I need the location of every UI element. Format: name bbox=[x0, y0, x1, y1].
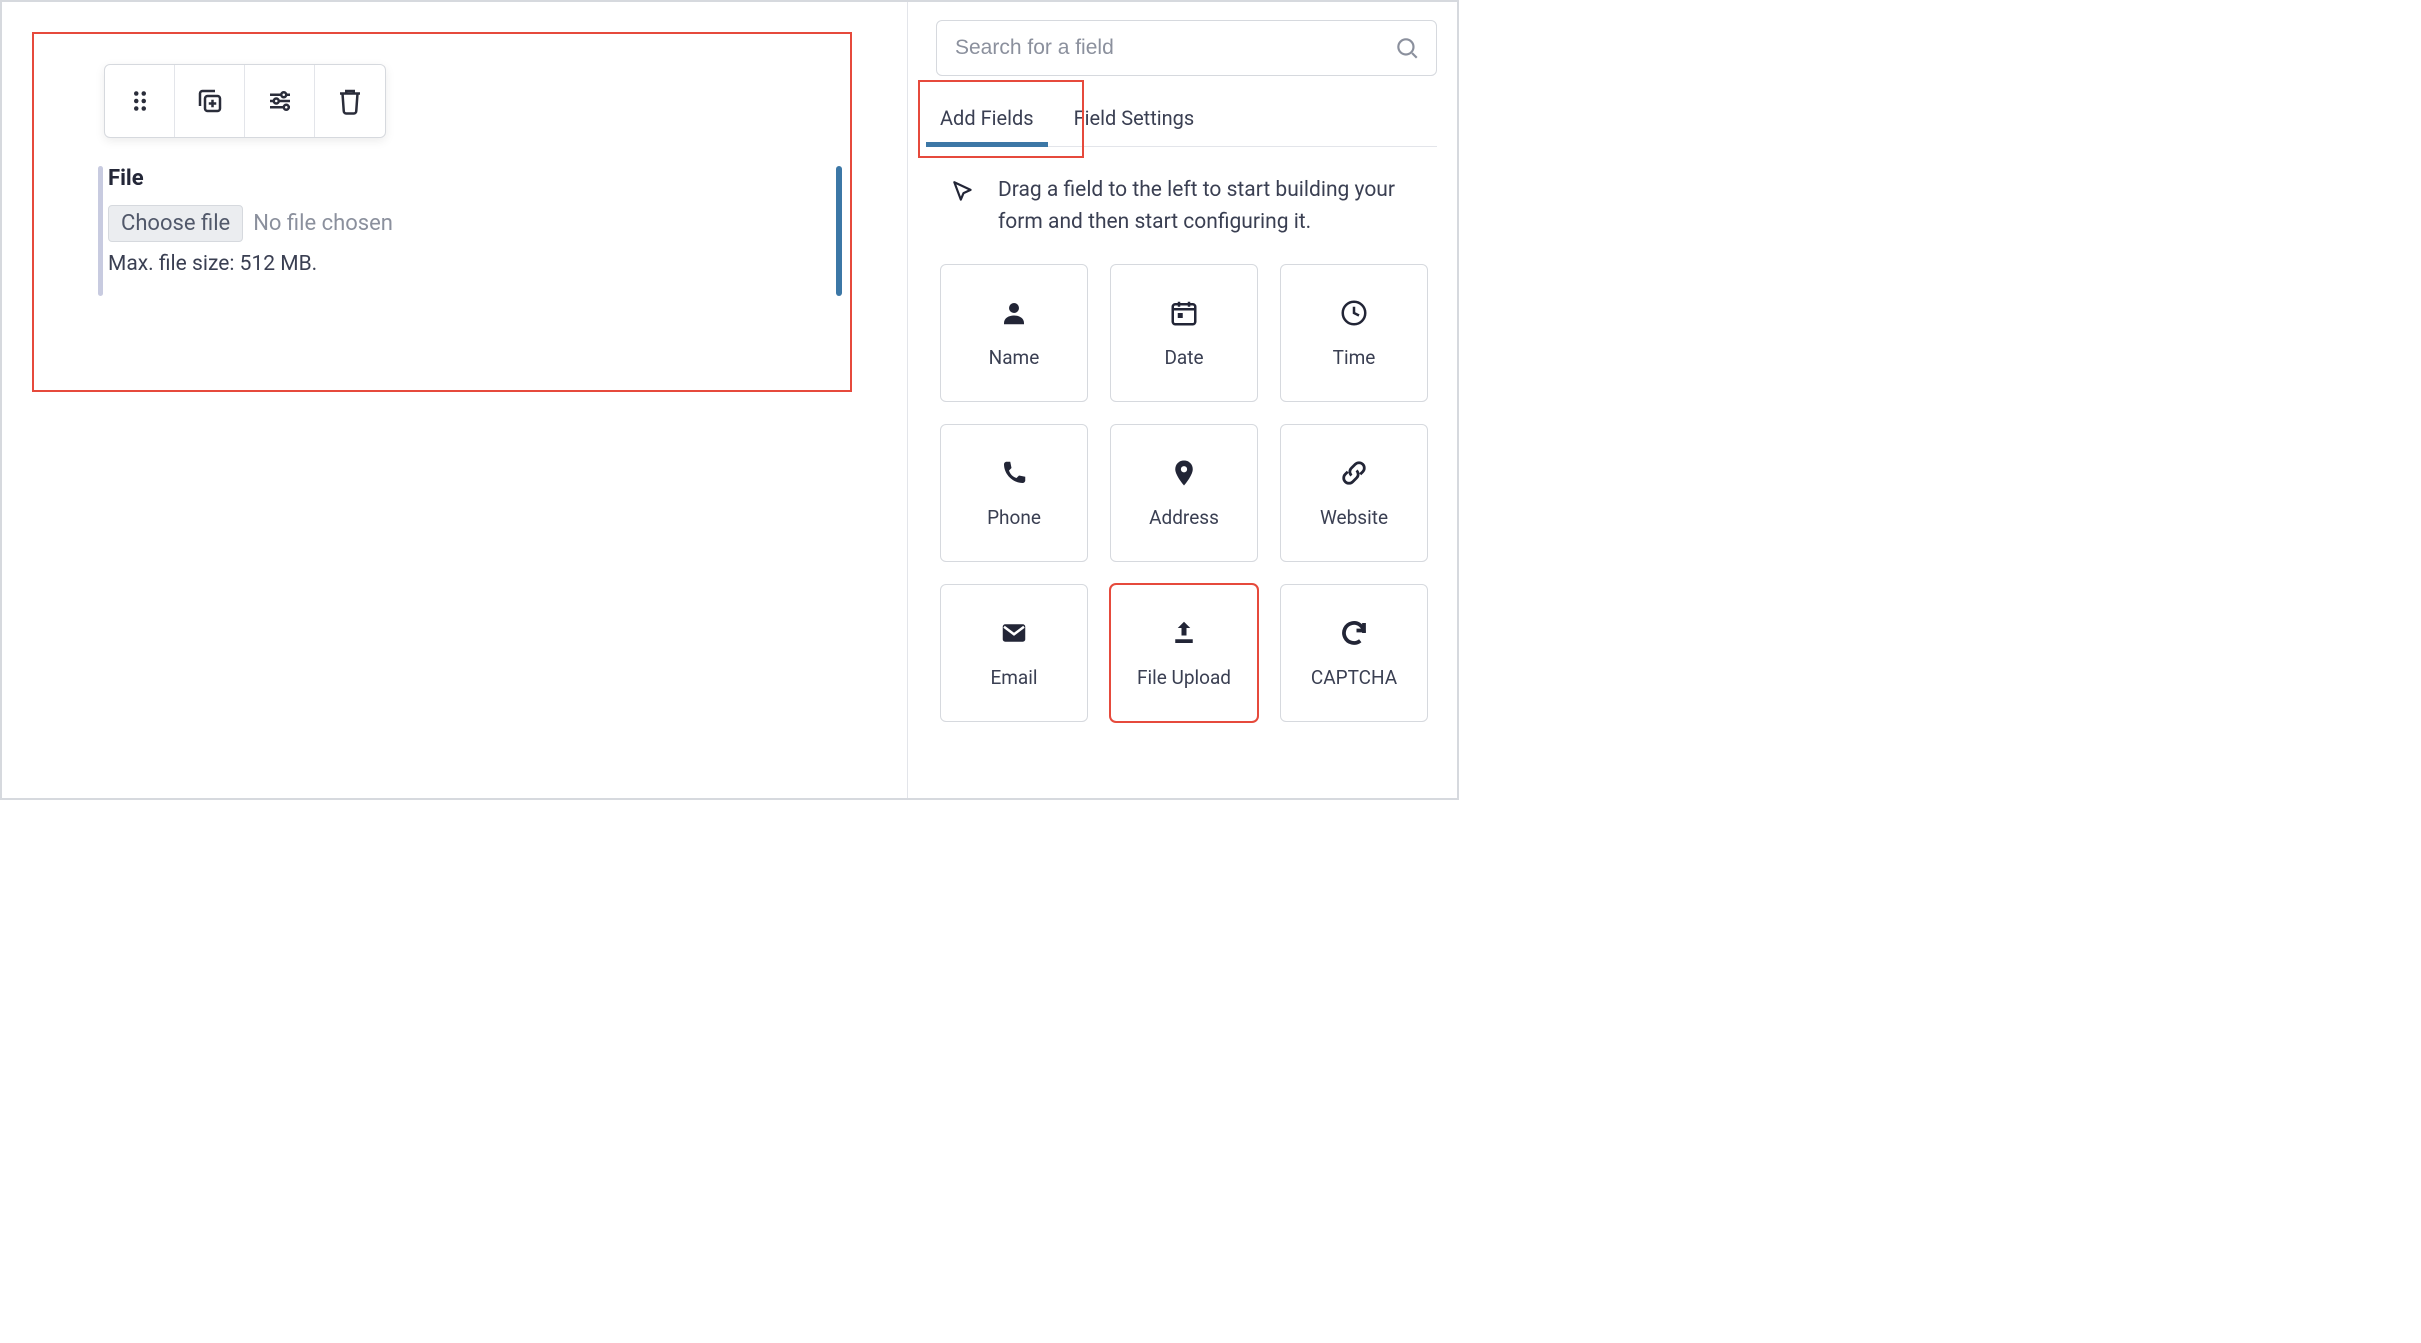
sliders-icon bbox=[265, 86, 295, 116]
field-toolbar bbox=[104, 64, 386, 138]
field-card-email[interactable]: Email bbox=[940, 584, 1088, 722]
field-card-label: Date bbox=[1164, 346, 1203, 369]
duplicate-icon bbox=[195, 86, 225, 116]
search-field-wrap[interactable] bbox=[936, 20, 1437, 76]
address-icon bbox=[1169, 458, 1199, 488]
field-card-address[interactable]: Address bbox=[1110, 424, 1258, 562]
field-right-indicator bbox=[836, 166, 842, 296]
no-file-text: No file chosen bbox=[253, 211, 393, 236]
field-card-label: File Upload bbox=[1137, 666, 1231, 689]
file-size-hint: Max. file size: 512 MB. bbox=[108, 252, 846, 276]
field-left-indicator bbox=[98, 166, 103, 296]
file-field-block[interactable]: File Choose file No file chosen Max. fil… bbox=[104, 166, 846, 276]
field-card-name[interactable]: Name bbox=[940, 264, 1088, 402]
field-card-label: CAPTCHA bbox=[1311, 666, 1397, 689]
search-icon bbox=[1394, 35, 1420, 61]
delete-button[interactable] bbox=[315, 65, 385, 137]
field-card-fileupload[interactable]: File Upload bbox=[1110, 584, 1258, 722]
email-icon bbox=[999, 618, 1029, 648]
field-palette-grid: Name Date Time Phone Address Website Email File… bbox=[940, 264, 1437, 722]
field-card-label: Email bbox=[990, 666, 1037, 689]
field-card-website[interactable]: Website bbox=[1280, 424, 1428, 562]
panel-tabs: Add Fields Field Settings bbox=[936, 94, 1437, 147]
cursor-icon bbox=[950, 179, 976, 205]
field-label: File bbox=[108, 166, 846, 191]
settings-button[interactable] bbox=[245, 65, 315, 137]
name-icon bbox=[999, 298, 1029, 328]
field-card-label: Time bbox=[1333, 346, 1376, 369]
drag-handle-button[interactable] bbox=[105, 65, 175, 137]
tab-field-settings[interactable]: Field Settings bbox=[1070, 94, 1199, 146]
side-panel: Add Fields Field Settings Drag a field t… bbox=[907, 2, 1457, 798]
field-card-time[interactable]: Time bbox=[1280, 264, 1428, 402]
field-card-date[interactable]: Date bbox=[1110, 264, 1258, 402]
date-icon bbox=[1169, 298, 1199, 328]
captcha-icon bbox=[1339, 618, 1369, 648]
form-canvas-highlight: File Choose file No file chosen Max. fil… bbox=[32, 32, 852, 392]
field-card-label: Website bbox=[1320, 506, 1388, 529]
search-input[interactable] bbox=[953, 35, 1394, 61]
field-card-captcha[interactable]: CAPTCHA bbox=[1280, 584, 1428, 722]
choose-file-button[interactable]: Choose file bbox=[108, 205, 243, 242]
tab-add-fields[interactable]: Add Fields bbox=[936, 94, 1038, 146]
time-icon bbox=[1339, 298, 1369, 328]
duplicate-button[interactable] bbox=[175, 65, 245, 137]
trash-icon bbox=[335, 86, 365, 116]
drag-icon bbox=[125, 86, 155, 116]
website-icon bbox=[1339, 458, 1369, 488]
drag-hint-text: Drag a field to the left to start buildi… bbox=[998, 175, 1427, 238]
file-input-row: Choose file No file chosen bbox=[108, 205, 846, 242]
fileupload-icon bbox=[1169, 618, 1199, 648]
field-card-phone[interactable]: Phone bbox=[940, 424, 1088, 562]
field-card-label: Address bbox=[1149, 506, 1219, 529]
drag-hint-row: Drag a field to the left to start buildi… bbox=[936, 147, 1437, 264]
phone-icon bbox=[999, 458, 1029, 488]
form-builder-frame: File Choose file No file chosen Max. fil… bbox=[0, 0, 1459, 800]
field-card-label: Phone bbox=[987, 506, 1041, 529]
field-card-label: Name bbox=[989, 346, 1040, 369]
